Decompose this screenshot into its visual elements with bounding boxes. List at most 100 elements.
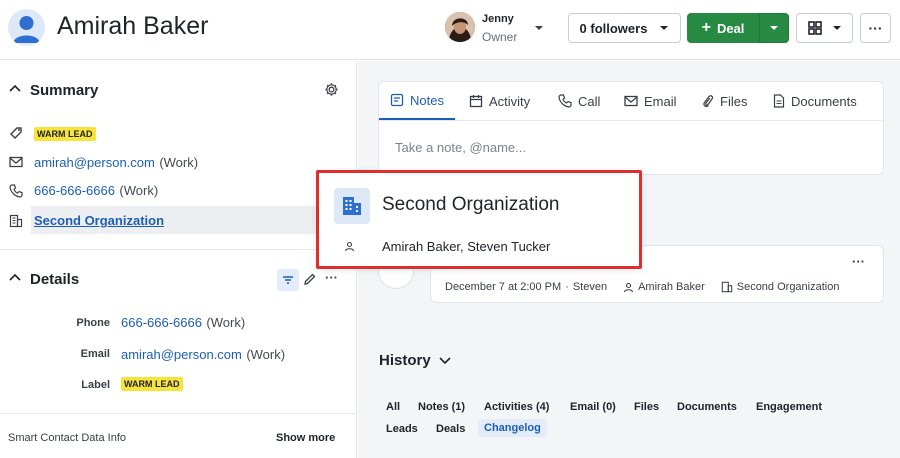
activity-person[interactable]: Amirah Baker (638, 281, 705, 293)
person-icon (624, 282, 634, 292)
more-actions-button[interactable]: ··· (860, 13, 891, 43)
grid-icon (807, 21, 822, 35)
pencil-icon[interactable] (303, 272, 317, 286)
details-email-link[interactable]: amirah@person.com (121, 347, 242, 362)
show-more-button[interactable]: Show more (276, 432, 335, 444)
details-label-badge: WARM LEAD (121, 377, 183, 391)
chevron-down-icon (660, 26, 669, 30)
owner-dropdown-icon[interactable] (533, 24, 545, 32)
summary-title: Summary (30, 82, 99, 99)
tab-label: Files (720, 93, 748, 109)
history-filter-changelog[interactable]: Changelog (478, 419, 547, 437)
phone-type: (Work) (119, 183, 159, 198)
tab-activity[interactable]: Activity (469, 82, 530, 120)
owner-role: Owner (482, 30, 518, 44)
tab-call[interactable]: Call (558, 82, 600, 120)
building-icon (721, 281, 732, 293)
document-icon (773, 94, 785, 108)
tag-icon (9, 126, 23, 140)
followers-button[interactable]: 0 followers (568, 13, 681, 43)
activity-date: December 7 at 2:00 PM (445, 281, 562, 293)
note-input[interactable]: Take a note, @name... (395, 140, 526, 155)
activity-meta: December 7 at 2:00 PM · Steven Amirah Ba… (445, 281, 839, 293)
details-email-label: Email (80, 348, 110, 360)
envelope-icon (624, 95, 638, 107)
paperclip-icon (703, 95, 714, 108)
tabs-divider (379, 120, 883, 121)
calendar-icon (469, 95, 483, 108)
details-more-icon[interactable]: ··· (325, 270, 338, 285)
deal-options-button[interactable] (759, 13, 789, 43)
filter-icon[interactable] (277, 269, 299, 291)
organization-link[interactable]: Second Organization (34, 213, 164, 228)
organization-popover: Second Organization Amirah Baker, Steven… (316, 170, 642, 269)
activity-more-icon[interactable]: ··· (852, 254, 865, 269)
popover-organization-name[interactable]: Second Organization (382, 194, 559, 216)
tab-documents[interactable]: Documents (773, 82, 857, 120)
tab-label: Documents (791, 93, 857, 109)
left-sidebar: Summary WARM LEAD amirah@person.com (Wor… (0, 61, 357, 458)
chevron-down-icon (770, 26, 778, 30)
smart-data-title: Smart Contact Data Info (8, 432, 126, 444)
history-filter-all[interactable]: All (386, 401, 400, 413)
details-phone: 666-666-6666 (Work) (121, 314, 245, 332)
followers-label: 0 followers (579, 20, 648, 36)
composer-card: Notes Activity Call Email Files Document… (378, 81, 884, 175)
plus-icon: + (701, 19, 711, 36)
collapse-summary-icon[interactable] (9, 84, 21, 92)
phone-link[interactable]: 666-666-6666 (34, 183, 115, 198)
person-icon (344, 241, 355, 252)
label-badge: WARM LEAD (34, 127, 96, 141)
owner-name: Jenny (482, 13, 514, 25)
activity-owner: Steven (572, 281, 608, 293)
email-link[interactable]: amirah@person.com (34, 155, 155, 170)
history-filter-email[interactable]: Email (0) (570, 401, 616, 413)
contact-avatar (8, 9, 45, 46)
history-filter-files[interactable]: Files (634, 401, 659, 413)
view-switcher-button[interactable] (796, 13, 853, 43)
chevron-down-icon (439, 357, 451, 365)
chevron-down-icon (832, 26, 841, 30)
organization-icon (334, 188, 370, 224)
activity-separator: · (565, 281, 569, 293)
add-deal-button[interactable]: + Deal (687, 13, 759, 43)
gear-icon[interactable] (324, 82, 339, 97)
tab-label: Email (644, 93, 677, 109)
deal-label: Deal (716, 20, 745, 36)
history-title: History (379, 352, 431, 369)
tab-email[interactable]: Email (624, 82, 677, 120)
history-filter-notes[interactable]: Notes (1) (418, 401, 465, 413)
details-label-label: Label (81, 379, 110, 391)
phone-icon (9, 184, 23, 198)
details-phone-type: (Work) (206, 315, 246, 330)
divider (0, 249, 356, 250)
tab-label: Call (578, 93, 601, 109)
history-filter-deals[interactable]: Deals (436, 423, 465, 435)
details-email: amirah@person.com (Work) (121, 346, 285, 364)
details-email-type: (Work) (246, 347, 286, 362)
history-toggle[interactable]: History (379, 352, 451, 369)
phone-icon (558, 94, 572, 108)
popover-people: Amirah Baker, Steven Tucker (382, 239, 551, 254)
envelope-icon (9, 156, 23, 168)
collapse-details-icon[interactable] (9, 273, 21, 281)
owner-avatar[interactable] (445, 12, 475, 42)
activity-organization[interactable]: Second Organization (737, 281, 840, 293)
email-type: (Work) (159, 155, 199, 170)
details-phone-label: Phone (76, 317, 110, 329)
tab-label: Notes (410, 92, 444, 108)
tab-files[interactable]: Files (702, 82, 747, 120)
note-icon (390, 93, 404, 107)
tab-notes[interactable]: Notes (379, 82, 455, 120)
history-filter-leads[interactable]: Leads (386, 423, 418, 435)
details-title: Details (30, 271, 80, 288)
history-filter-engagement[interactable]: Engagement (756, 401, 822, 413)
details-phone-link[interactable]: 666-666-6666 (121, 315, 202, 330)
history-filter-documents[interactable]: Documents (677, 401, 737, 413)
contact-name: Amirah Baker (57, 12, 209, 40)
tab-label: Activity (489, 93, 531, 109)
summary-email: amirah@person.com (Work) (34, 154, 198, 172)
building-icon (9, 214, 23, 228)
history-filter-activities[interactable]: Activities (4) (484, 401, 549, 413)
contact-header: Amirah Baker Jenny Owner 0 followers + D… (0, 0, 900, 60)
